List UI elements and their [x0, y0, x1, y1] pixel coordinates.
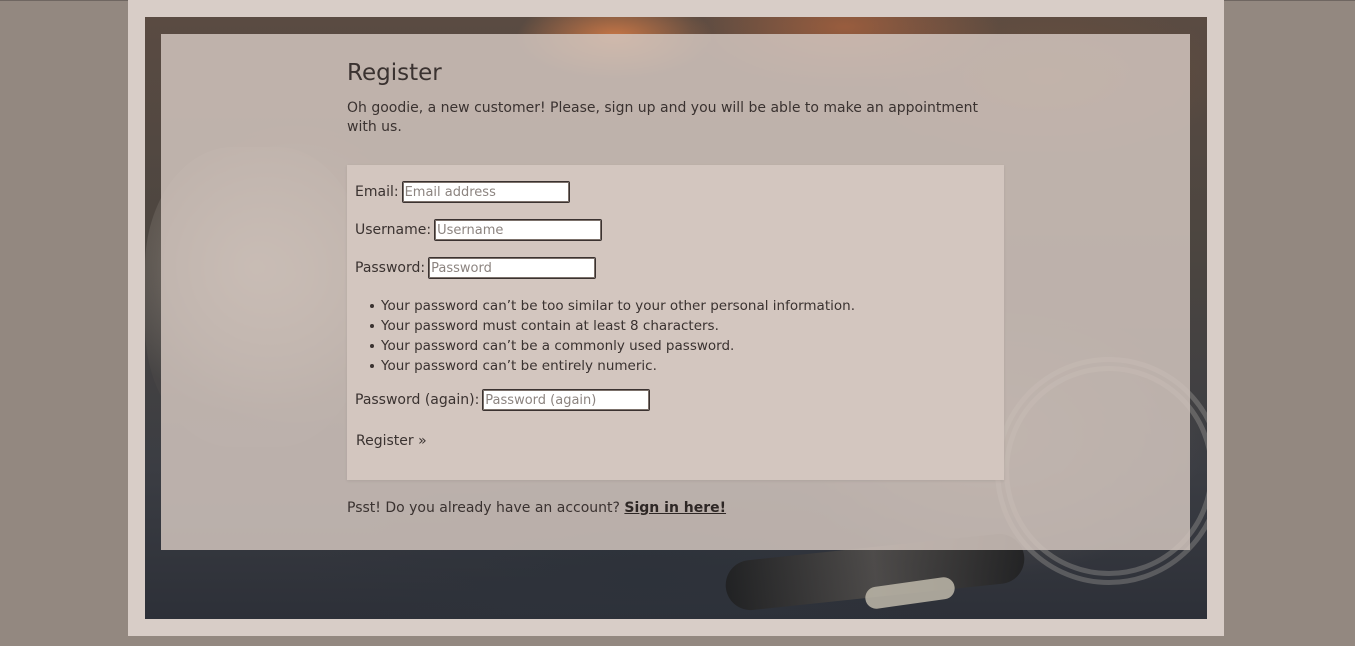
password-rule: Your password can’t be too similar to yo…: [370, 298, 855, 314]
intro-text: Oh goodie, a new customer! Please, sign …: [347, 100, 978, 135]
email-row: Email:: [355, 181, 570, 203]
password-field[interactable]: [428, 257, 597, 279]
password-label: Password:: [355, 260, 426, 276]
password-again-row: Password (again):: [355, 389, 651, 411]
signin-prompt-text: Psst! Do you already have an account?: [347, 500, 625, 516]
page-title: Register: [347, 60, 442, 86]
password-rule: Your password must contain at least 8 ch…: [370, 316, 855, 336]
register-form: Email: Username: Password: Your password…: [347, 165, 1004, 480]
username-label: Username:: [355, 222, 432, 238]
username-field[interactable]: [434, 219, 603, 241]
username-row: Username:: [355, 219, 603, 241]
email-label: Email:: [355, 184, 399, 200]
password-again-field[interactable]: [482, 389, 651, 411]
register-button[interactable]: Register »: [356, 433, 427, 449]
password-row: Password:: [355, 257, 597, 279]
signin-prompt: Psst! Do you already have an account? Si…: [347, 500, 726, 516]
email-field[interactable]: [401, 181, 570, 203]
signin-link[interactable]: Sign in here!: [624, 500, 726, 516]
password-again-label: Password (again):: [355, 392, 480, 408]
password-rule: Your password can’t be entirely numeric.: [370, 356, 855, 376]
password-rules-list: Your password can’t be too similar to yo…: [370, 296, 855, 376]
password-rule: Your password can’t be a commonly used p…: [370, 336, 855, 356]
